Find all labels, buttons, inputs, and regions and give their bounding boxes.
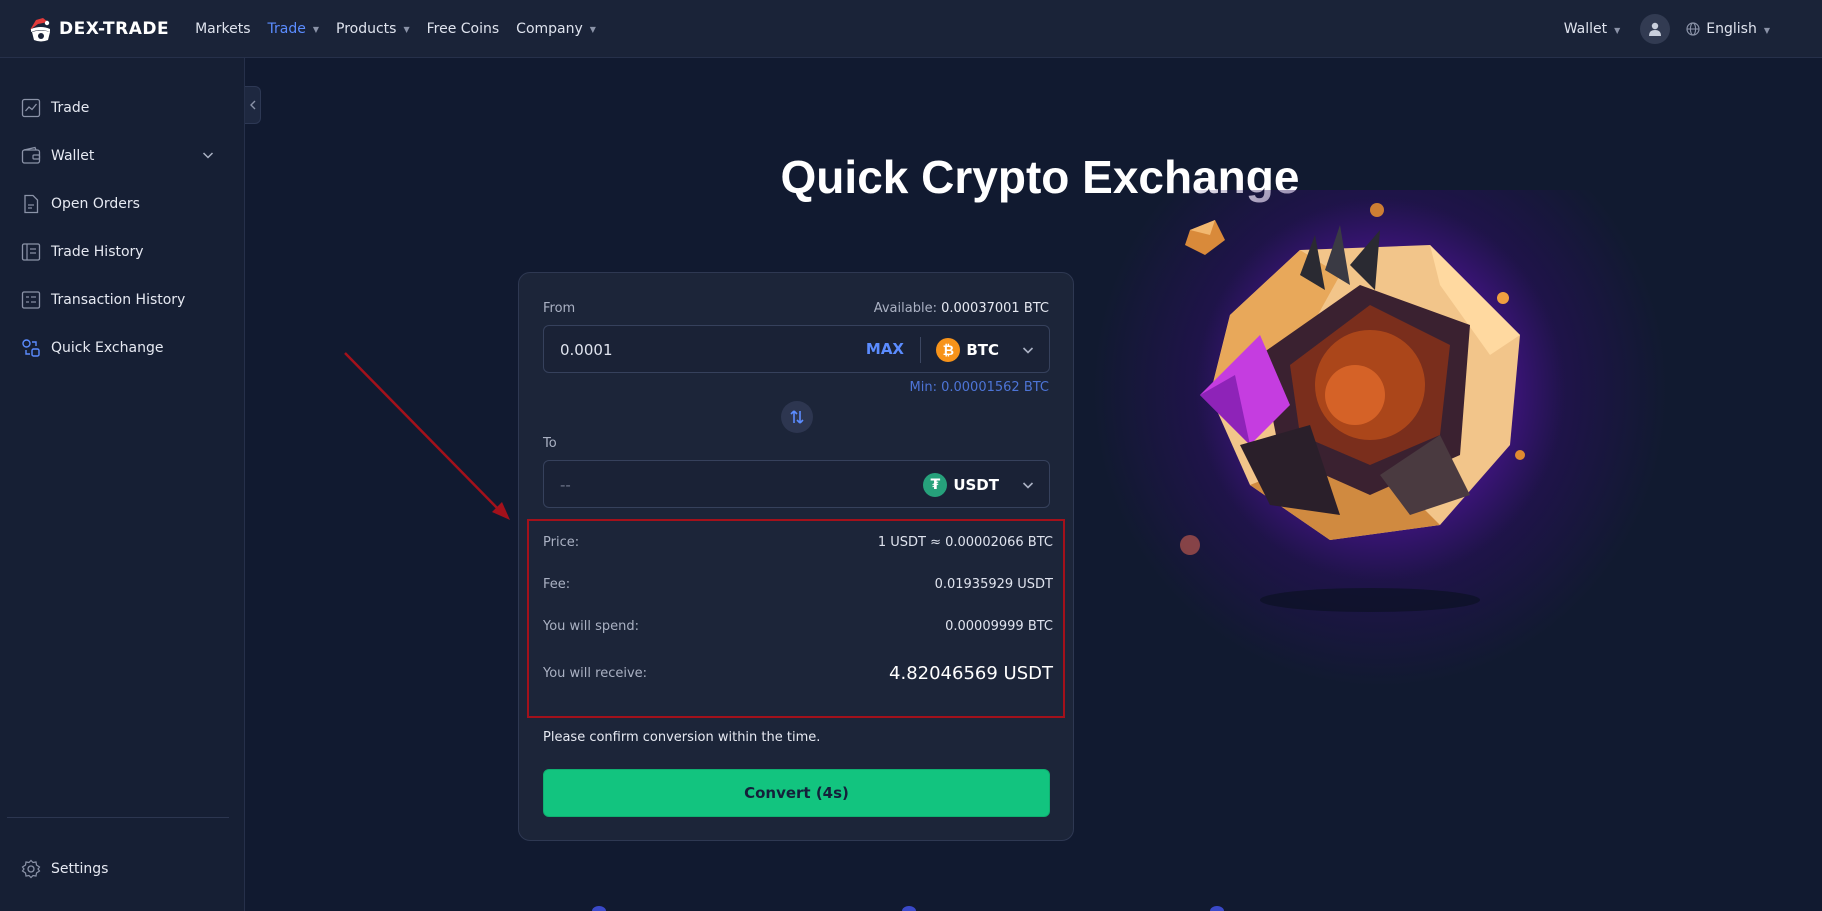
language-label: English xyxy=(1706,21,1757,37)
sidebar-item-wallet[interactable]: Wallet xyxy=(20,142,225,170)
caret-down-icon: ▼ xyxy=(403,25,410,34)
header-right: Wallet ▼ English ▼ xyxy=(1564,0,1822,58)
sidebar-divider xyxy=(7,817,229,818)
crypto-rock-illustration xyxy=(1180,203,1525,612)
gear-icon xyxy=(20,858,42,880)
max-button[interactable]: MAX xyxy=(866,340,904,358)
fee-value: 0.01935929 USDT xyxy=(934,577,1053,592)
convert-button[interactable]: Convert (4s) xyxy=(543,769,1050,817)
sidebar-item-label: Quick Exchange xyxy=(51,340,164,356)
fee-row: Fee: 0.01935929 USDT xyxy=(543,577,1053,592)
available-balance: Available: 0.00037001 BTC xyxy=(874,301,1049,316)
globe-icon xyxy=(1686,22,1700,36)
wallet-menu[interactable]: Wallet ▼ xyxy=(1564,21,1621,37)
swap-direction-button[interactable] xyxy=(781,401,813,433)
chart-line-icon xyxy=(20,97,42,119)
sidebar-item-open-orders[interactable]: Open Orders xyxy=(20,190,225,218)
price-row: Price: 1 USDT ≈ 0.00002066 BTC xyxy=(543,535,1053,550)
tether-icon: ₮ xyxy=(923,473,948,497)
caret-down-icon: ▼ xyxy=(589,25,596,34)
nav-markets-label: Markets xyxy=(195,20,251,37)
carousel-dot xyxy=(592,906,606,911)
bitcoin-icon: ₿ xyxy=(936,338,961,362)
field-divider xyxy=(920,337,921,363)
sidebar-item-label: Trade History xyxy=(51,244,144,260)
spend-row: You will spend: 0.00009999 BTC xyxy=(543,619,1053,634)
receive-row: You will receive: 4.82046569 USDT xyxy=(543,663,1053,684)
receipt-icon xyxy=(20,289,42,311)
caret-down-icon: ▼ xyxy=(312,25,319,34)
sidebar-item-trade[interactable]: Trade xyxy=(20,94,225,122)
nav-company[interactable]: Company ▼ xyxy=(516,21,596,37)
annotation-arrow xyxy=(344,352,510,520)
sidebar-item-transaction-history[interactable]: Transaction History xyxy=(20,286,225,314)
sidebar-collapse-button[interactable] xyxy=(245,86,261,124)
sidebar-item-label: Trade xyxy=(51,100,90,116)
book-icon xyxy=(20,241,42,263)
spend-value: 0.00009999 BTC xyxy=(945,619,1053,634)
top-nav: Markets Trade ▼ Products ▼ Free Coins Comp… xyxy=(195,21,613,37)
to-amount-output: -- xyxy=(560,476,571,494)
from-coin-label: BTC xyxy=(966,341,999,359)
sidebar-item-label: Open Orders xyxy=(51,196,140,212)
sidebar-item-label: Settings xyxy=(51,861,109,877)
fee-label: Fee: xyxy=(543,577,571,592)
wallet-menu-label: Wallet xyxy=(1563,21,1608,37)
logo[interactable]: DEX-TRADE xyxy=(26,16,169,42)
to-coin-select[interactable]: ₮ USDT xyxy=(923,471,1035,499)
nav-free-coins[interactable]: Free Coins xyxy=(427,21,500,37)
from-coin-select[interactable]: ₿ BTC xyxy=(936,336,1035,364)
spend-label: You will spend: xyxy=(543,619,640,634)
sidebar: Trade Wallet Open Orders Trade History T… xyxy=(0,58,245,911)
logo-text: DEX-TRADE xyxy=(59,18,170,39)
sidebar-item-quick-exchange[interactable]: Quick Exchange xyxy=(20,334,225,362)
avatar[interactable] xyxy=(1640,14,1671,44)
logo-icon xyxy=(26,16,56,42)
min-amount-text: Min: 0.00001562 BTC xyxy=(909,380,1049,395)
to-coin-label: USDT xyxy=(953,476,999,494)
nav-markets[interactable]: Markets xyxy=(195,21,250,37)
language-selector[interactable]: English ▼ xyxy=(1686,21,1770,37)
price-label: Price: xyxy=(543,535,580,550)
from-label: From xyxy=(543,301,576,316)
swap-arrows-icon xyxy=(790,410,804,424)
sidebar-item-label: Wallet xyxy=(51,148,95,164)
nav-trade[interactable]: Trade ▼ xyxy=(268,21,320,37)
user-icon xyxy=(1649,22,1662,36)
to-amount-field: -- ₮ USDT xyxy=(543,460,1050,508)
carousel-dot xyxy=(902,906,916,911)
nav-free-coins-label: Free Coins xyxy=(426,20,500,37)
sidebar-item-settings[interactable]: Settings xyxy=(20,855,225,883)
price-value: 1 USDT ≈ 0.00002066 BTC xyxy=(877,535,1053,550)
confirm-notice: Please confirm conversion within the tim… xyxy=(543,730,821,745)
sidebar-item-trade-history[interactable]: Trade History xyxy=(20,238,225,266)
document-icon xyxy=(20,193,42,215)
chevron-down-icon[interactable] xyxy=(201,148,215,162)
top-header: DEX-TRADE Markets Trade ▼ Products ▼ Free … xyxy=(0,0,1822,58)
exchange-card: From Available: 0.00037001 BTC 0.0001 MA… xyxy=(518,272,1074,841)
carousel-dot xyxy=(1210,906,1224,911)
conversion-details: Price: 1 USDT ≈ 0.00002066 BTC Fee: 0.01… xyxy=(527,519,1065,718)
chevron-down-icon xyxy=(1022,482,1034,489)
receive-label: You will receive: xyxy=(543,666,648,681)
receive-value: 4.82046569 USDT xyxy=(889,663,1053,684)
exchange-icon xyxy=(20,337,42,359)
chevron-down-icon xyxy=(1022,347,1034,354)
from-amount-field[interactable]: 0.0001 MAX ₿ BTC xyxy=(543,325,1050,373)
available-label: Available: xyxy=(873,301,937,316)
sidebar-item-label: Transaction History xyxy=(51,292,186,308)
available-value: 0.00037001 BTC xyxy=(941,301,1049,316)
from-amount-input[interactable]: 0.0001 xyxy=(560,341,613,359)
nav-products[interactable]: Products ▼ xyxy=(336,21,410,37)
caret-down-icon: ▼ xyxy=(1614,25,1621,35)
wallet-icon xyxy=(20,145,42,167)
chevron-left-icon xyxy=(249,100,255,110)
to-label: To xyxy=(543,436,557,451)
nav-trade-label: Trade xyxy=(267,20,306,37)
caret-down-icon: ▼ xyxy=(1763,25,1770,35)
nav-products-label: Products xyxy=(336,20,397,37)
nav-company-label: Company xyxy=(516,20,583,37)
